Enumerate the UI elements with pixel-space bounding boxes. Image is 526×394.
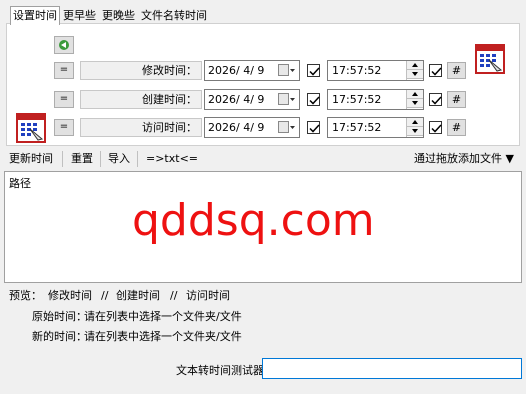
path-column-header: 路径 [9, 177, 31, 190]
preview-access-time: 访问时间 [186, 289, 230, 302]
access-time-field[interactable]: 17:57:52 [327, 117, 424, 138]
check-icon [309, 96, 320, 105]
reset-button[interactable]: 重置 [71, 151, 93, 167]
create-time-spinner[interactable] [406, 90, 423, 109]
text-to-time-tester-label: 文本转时间测试器 [176, 364, 264, 377]
tab-later[interactable]: 更晚些 [99, 6, 138, 23]
create-date-value: 2026/ 4/ 9 [208, 93, 265, 106]
dropdown-calendar-icon[interactable] [278, 121, 296, 134]
drag-add-files-dropdown[interactable]: 通过拖放添加文件 ▼ [414, 151, 514, 167]
create-time-field[interactable]: 17:57:52 [327, 89, 424, 110]
modify-time-label: 修改时间： [80, 61, 202, 80]
dropdown-calendar-icon[interactable] [278, 93, 296, 106]
preview-separator: // [101, 289, 109, 302]
preview-create-time: 创建时间 [116, 289, 160, 302]
modify-time-spinner[interactable] [406, 61, 423, 80]
modify-date-picker[interactable]: 2026/ 4/ 9 [204, 60, 300, 81]
modify-hash-button[interactable]: # [447, 62, 466, 79]
toolbar-divider [100, 151, 101, 167]
create-time-label: 创建时间： [80, 90, 202, 109]
preview-modify-time: 修改时间 [48, 289, 92, 302]
access-date-checkbox[interactable] [307, 121, 320, 134]
original-time-value: 请在列表中选择一个文件夹/文件 [84, 310, 242, 323]
tab-bar: 设置时间 更早些 更晚些 文件名转时间 [10, 6, 210, 25]
tab-set-time[interactable]: 设置时间 [10, 6, 60, 25]
calendar-set-icon[interactable] [16, 113, 46, 143]
preview-separator: // [170, 289, 178, 302]
to-txt-button[interactable]: =>txt<= [146, 151, 198, 167]
create-equals-button[interactable]: = [54, 91, 74, 108]
watermark-text: qddsq.com [132, 195, 375, 246]
check-icon [309, 67, 320, 76]
create-time-value: 17:57:52 [332, 93, 382, 106]
access-time-value: 17:57:52 [332, 121, 382, 134]
check-icon [309, 124, 320, 133]
create-date-checkbox[interactable] [307, 93, 320, 106]
tab-filename-to-time[interactable]: 文件名转时间 [138, 6, 210, 23]
update-time-button[interactable]: 更新时间 [9, 151, 53, 167]
dropdown-calendar-icon[interactable] [278, 64, 296, 77]
check-icon [431, 96, 442, 105]
access-equals-button[interactable]: = [54, 119, 74, 136]
modify-time-value: 17:57:52 [332, 64, 382, 77]
create-hash-button[interactable]: # [447, 91, 466, 108]
modify-date-value: 2026/ 4/ 9 [208, 64, 265, 77]
check-icon [431, 124, 442, 133]
check-icon [431, 67, 442, 76]
access-time-checkbox[interactable] [429, 121, 442, 134]
import-button[interactable]: 导入 [108, 151, 130, 167]
green-arrow-icon [59, 40, 69, 50]
refresh-button[interactable] [54, 36, 74, 54]
tab-earlier[interactable]: 更早些 [60, 6, 99, 23]
create-time-checkbox[interactable] [429, 93, 442, 106]
access-time-spinner[interactable] [406, 118, 423, 137]
modify-time-field[interactable]: 17:57:52 [327, 60, 424, 81]
access-date-picker[interactable]: 2026/ 4/ 9 [204, 117, 300, 138]
modify-equals-button[interactable]: = [54, 62, 74, 79]
modify-date-checkbox[interactable] [307, 64, 320, 77]
access-date-value: 2026/ 4/ 9 [208, 121, 265, 134]
calendar-apply-icon[interactable] [475, 44, 505, 74]
create-date-picker[interactable]: 2026/ 4/ 9 [204, 89, 300, 110]
original-time-label: 原始时间： [32, 310, 87, 323]
access-time-label: 访问时间： [80, 118, 202, 137]
preview-label: 预览： [9, 289, 42, 302]
new-time-label: 新的时间： [32, 330, 87, 343]
toolbar-divider [137, 151, 138, 167]
new-time-value: 请在列表中选择一个文件夹/文件 [84, 330, 242, 343]
toolbar-divider [62, 151, 63, 167]
text-to-time-tester-input[interactable] [262, 358, 522, 379]
modify-time-checkbox[interactable] [429, 64, 442, 77]
access-hash-button[interactable]: # [447, 119, 466, 136]
